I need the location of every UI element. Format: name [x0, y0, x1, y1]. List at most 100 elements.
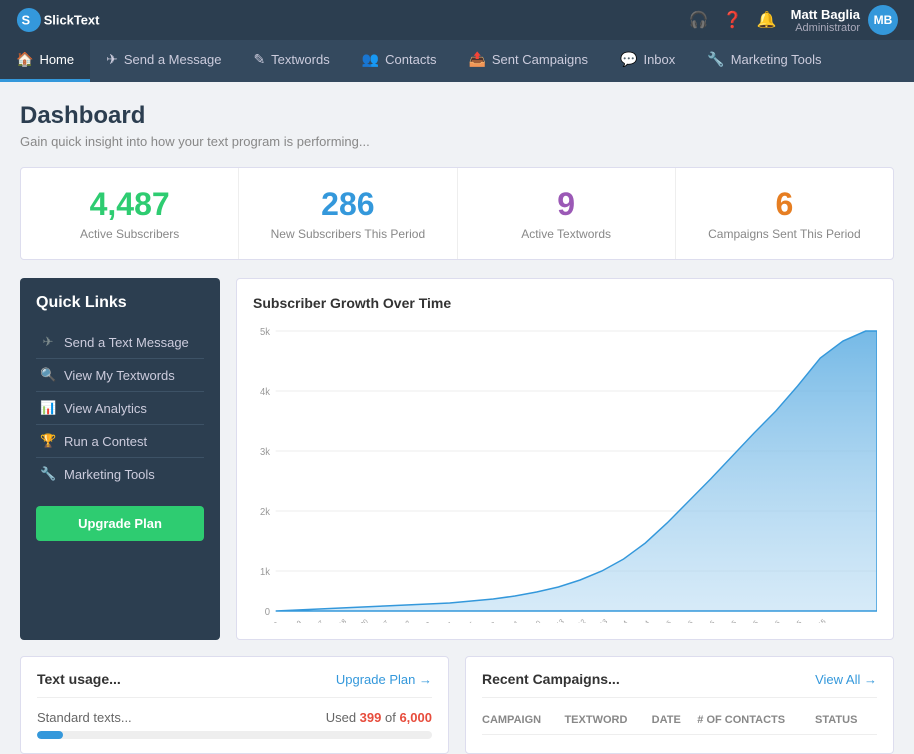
bottom-row: Text usage... Upgrade Plan → Standard te… — [20, 656, 894, 754]
inbox-icon: 💬 — [620, 51, 637, 68]
nav-home[interactable]: 🏠 Home — [0, 40, 90, 82]
topbar-right: 🎧 ❓ 🔔 Matt Baglia Administrator MB — [689, 5, 898, 35]
col-date: DATE — [652, 710, 698, 735]
help-icon[interactable]: ❓ — [723, 10, 743, 30]
svg-text:1/14: 1/14 — [616, 619, 630, 623]
tools-icon: 🔧 — [707, 51, 724, 68]
usage-total: 6,000 — [399, 710, 432, 725]
navbar: 🏠 Home ✈ Send a Message ✎ Textwords 👥 Co… — [0, 40, 914, 82]
stat-new-subscribers: 286 New Subscribers This Period — [239, 168, 457, 259]
svg-text:8/11: 8/11 — [507, 620, 521, 623]
upgrade-plan-button[interactable]: Upgrade Plan — [36, 506, 204, 541]
stat-textwords: 9 Active Textwords — [458, 168, 676, 259]
col-contacts: # OF CONTACTS — [697, 710, 815, 735]
text-usage-panel: Text usage... Upgrade Plan → Standard te… — [20, 656, 449, 754]
quick-link-textwords[interactable]: 🔍 View My Textwords — [36, 359, 204, 392]
svg-text:8/19: 8/19 — [289, 619, 303, 623]
col-status: STATUS — [815, 710, 877, 735]
view-all-link[interactable]: View All → — [815, 672, 877, 687]
page-subtitle: Gain quick insight into how your text pr… — [20, 134, 894, 149]
home-icon: 🏠 — [16, 51, 33, 68]
svg-text:11/12: 11/12 — [571, 618, 587, 623]
chart-svg: 5k 4k 3k 2k 1k 0 — [253, 323, 877, 623]
quick-link-marketing-label: Marketing Tools — [64, 467, 155, 482]
user-name: Matt Baglia — [791, 7, 860, 22]
contest-icon: 🏆 — [40, 433, 56, 449]
chart-title: Subscriber Growth Over Time — [253, 295, 877, 311]
stat-label-subscribers: Active Subscribers — [41, 227, 218, 241]
stat-label-textwords: Active Textwords — [478, 227, 655, 241]
topbar: S SlickText 🎧 ❓ 🔔 Matt Baglia Administra… — [0, 0, 914, 40]
quick-link-textwords-label: View My Textwords — [64, 368, 175, 383]
usage-header: Text usage... Upgrade Plan → — [37, 671, 432, 698]
nav-contacts[interactable]: 👥 Contacts — [346, 40, 453, 82]
svg-text:4k: 4k — [260, 387, 270, 398]
nav-contacts-label: Contacts — [385, 52, 436, 67]
stats-row: 4,487 Active Subscribers 286 New Subscri… — [20, 167, 894, 260]
nav-send-message[interactable]: ✈ Send a Message — [90, 40, 237, 82]
svg-text:S: S — [22, 13, 31, 28]
svg-text:SlickText: SlickText — [44, 13, 100, 28]
stat-label-campaigns: Campaigns Sent This Period — [696, 227, 873, 241]
main-row: Quick Links ✈ Send a Text Message 🔍 View… — [20, 278, 894, 640]
svg-text:1k: 1k — [260, 567, 270, 578]
quick-link-marketing[interactable]: 🔧 Marketing Tools — [36, 458, 204, 490]
quick-links-title: Quick Links — [36, 294, 204, 312]
svg-text:5/16: 5/16 — [703, 619, 717, 623]
svg-text:2/22: 2/22 — [398, 619, 412, 623]
stat-value-campaigns: 6 — [696, 186, 873, 223]
svg-text:1/27: 1/27 — [376, 619, 390, 623]
upgrade-link[interactable]: Upgrade Plan → — [336, 672, 432, 687]
recent-campaigns-panel: Recent Campaigns... View All → CAMPAIGN … — [465, 656, 894, 754]
svg-text:5/4: 5/4 — [443, 621, 454, 623]
bell-icon[interactable]: 🔔 — [757, 10, 777, 30]
nav-textwords-label: Textwords — [271, 52, 330, 67]
nav-home-label: Home — [39, 52, 74, 67]
nav-inbox[interactable]: 💬 Inbox — [604, 40, 691, 82]
user-menu[interactable]: Matt Baglia Administrator MB — [791, 5, 898, 35]
usage-bar-fill — [37, 731, 63, 739]
nav-inbox-label: Inbox — [643, 52, 675, 67]
nav-marketing-tools[interactable]: 🔧 Marketing Tools — [691, 40, 837, 82]
quick-link-contest-label: Run a Contest — [64, 434, 147, 449]
svg-text:5k: 5k — [260, 327, 270, 338]
svg-text:6/5: 6/5 — [465, 621, 476, 623]
campaigns-header: Recent Campaigns... View All → — [482, 671, 877, 698]
stat-value-new: 286 — [259, 186, 436, 223]
quick-link-send-label: Send a Text Message — [64, 335, 189, 350]
usage-bar-background — [37, 731, 432, 739]
headset-icon[interactable]: 🎧 — [689, 10, 709, 30]
svg-text:10/15: 10/15 — [811, 618, 828, 623]
stat-value-subscribers: 4,487 — [41, 186, 218, 223]
svg-text:9/10: 9/10 — [529, 619, 543, 623]
quick-link-contest[interactable]: 🏆 Run a Contest — [36, 425, 204, 458]
user-role: Administrator — [791, 22, 860, 34]
usage-row: Standard texts... Used 399 of 6,000 — [37, 710, 432, 725]
logo[interactable]: S SlickText — [16, 6, 136, 34]
svg-text:3/16: 3/16 — [659, 619, 673, 623]
svg-text:2k: 2k — [260, 507, 270, 518]
svg-text:3k: 3k — [260, 447, 270, 458]
quick-link-analytics[interactable]: 📊 View Analytics — [36, 392, 204, 425]
svg-text:7/15: 7/15 — [746, 619, 760, 623]
chart-container: Subscriber Growth Over Time 5k 4k 3k 2k … — [236, 278, 894, 640]
stat-value-textwords: 9 — [478, 186, 655, 223]
usage-value: Used 399 of 6,000 — [326, 710, 432, 725]
page-title: Dashboard — [20, 102, 894, 130]
send-icon: ✈ — [106, 51, 118, 68]
nav-textwords[interactable]: ✎ Textwords — [237, 40, 345, 82]
quick-link-send-text[interactable]: ✈ Send a Text Message — [36, 326, 204, 359]
usage-used: 399 — [360, 710, 382, 725]
svg-text:10/13: 10/13 — [549, 618, 566, 623]
quick-link-analytics-label: View Analytics — [64, 401, 147, 416]
svg-text:9/15: 9/15 — [790, 619, 804, 623]
svg-text:6/15: 6/15 — [724, 619, 738, 623]
stat-active-subscribers: 4,487 Active Subscribers — [21, 168, 239, 259]
nav-campaigns-label: Sent Campaigns — [492, 52, 588, 67]
view-textwords-icon: 🔍 — [40, 367, 56, 383]
col-campaign: CAMPAIGN — [482, 710, 564, 735]
stat-label-new: New Subscribers This Period — [259, 227, 436, 241]
nav-sent-campaigns[interactable]: 📤 Sent Campaigns — [452, 40, 604, 82]
svg-text:0: 0 — [265, 607, 271, 618]
nav-send-label: Send a Message — [124, 52, 222, 67]
